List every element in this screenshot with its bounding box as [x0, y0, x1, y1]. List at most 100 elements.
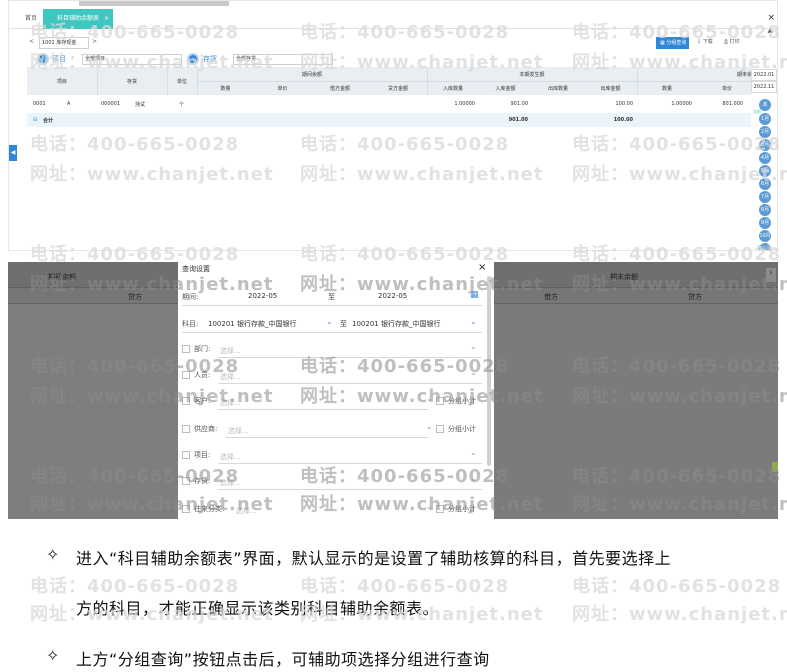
- dimmed-left: [8, 304, 178, 519]
- tab-label: 科目辅助余额表: [57, 15, 100, 22]
- total-label: 合计: [43, 118, 54, 124]
- divider: [218, 409, 428, 410]
- auxiliary-balance-screenshot: 首页 科目辅助余额表 × × ▲ < 1001 库存现金 > ▦ 分组查询 ⇩ …: [8, 0, 778, 251]
- cell-out-amount: 100.00: [615, 101, 634, 107]
- watermark-site: 网址：www.chanjet.net: [572, 604, 787, 625]
- print-button[interactable]: ⎙ 打印: [724, 38, 740, 45]
- supplier-checkbox[interactable]: [182, 425, 190, 433]
- customer-subtotal-checkbox[interactable]: [436, 397, 444, 405]
- inventory-select[interactable]: 全部存货 ⌄: [233, 54, 333, 65]
- supplier-label: 供应商:: [194, 425, 218, 433]
- chevron-down-icon[interactable]: ⌄: [426, 422, 433, 431]
- table-header: 项目 存货 单位 期间余额 本期发生额 期末余额 数量 单价 借方金额 贷方金额…: [27, 67, 761, 95]
- project-placeholder[interactable]: 选择...: [220, 452, 241, 462]
- group-query-button[interactable]: ▦ 分组查询: [656, 37, 689, 49]
- tab-home[interactable]: 首页: [25, 13, 37, 22]
- dimmed-closing-label: 期末余额: [610, 273, 638, 281]
- table-row[interactable]: 0001 A 000001 测试 个 1.00000 901.00 100.00…: [27, 97, 761, 111]
- month-10[interactable]: 10月: [759, 230, 771, 242]
- chevron-down-icon[interactable]: ⌄: [326, 317, 333, 326]
- month-1[interactable]: 1月: [759, 113, 771, 125]
- department-checkbox[interactable]: [182, 345, 190, 353]
- chevron-down-icon[interactable]: ⌄: [470, 368, 477, 377]
- side-collapse-tab[interactable]: ◀: [9, 145, 17, 161]
- subject-select[interactable]: 1001 库存现金: [39, 37, 89, 49]
- chevron-down-icon[interactable]: ⌄: [426, 502, 433, 511]
- subject-label: 科目:: [182, 320, 199, 328]
- close-icon[interactable]: ×: [478, 262, 486, 273]
- customer-checkbox[interactable]: [182, 397, 190, 405]
- prev-icon[interactable]: <: [29, 38, 34, 45]
- supplier-subtotal-checkbox[interactable]: [436, 425, 444, 433]
- header-in-qty: 入库数量: [442, 86, 463, 92]
- dialog-scrollbar[interactable]: [487, 276, 491, 466]
- tab-auxiliary-balance[interactable]: 科目辅助余额表 ×: [43, 9, 113, 29]
- chevron-down-icon[interactable]: ⌄: [470, 448, 477, 457]
- inventory-placeholder[interactable]: 选择...: [220, 478, 241, 488]
- contact-category-checkbox[interactable]: [182, 505, 190, 513]
- subject-to[interactable]: 100201 银行存款_中国银行: [352, 319, 440, 329]
- period-to[interactable]: 2022-05: [378, 292, 407, 300]
- header-current: 本期发生额: [519, 72, 545, 78]
- header-project: 项目: [56, 79, 67, 85]
- month-5[interactable]: 5月: [759, 165, 771, 177]
- month-7[interactable]: 7月: [759, 191, 771, 203]
- cell-inventory-code: 000001: [101, 101, 121, 107]
- project-icon: [37, 53, 49, 65]
- department-placeholder[interactable]: 选择...: [220, 346, 241, 356]
- divider: [218, 383, 482, 384]
- month-3[interactable]: 3月: [759, 139, 771, 151]
- download-label: 下载: [702, 39, 713, 45]
- month-6[interactable]: 6月: [759, 178, 771, 190]
- header-closing: 期末余额: [736, 72, 757, 78]
- expand-icon[interactable]: ⊟: [33, 117, 37, 123]
- tab-close-icon[interactable]: ×: [104, 9, 109, 29]
- period-rail: 2022.01 2022.11 本 当前 1月 2月 3月 4月 5月 6月 7…: [751, 67, 777, 250]
- customer-placeholder[interactable]: 选择...: [220, 398, 241, 408]
- query-settings-dialog: 查询设置 × 期间: 2022-05 至 2022-05 ▦ 科目: 10020…: [178, 262, 494, 519]
- calendar-icon[interactable]: ▦: [470, 290, 479, 300]
- month-2[interactable]: 2月: [759, 126, 771, 138]
- customer-label: 客户:: [194, 397, 211, 405]
- download-button[interactable]: ⇩ 下载: [697, 38, 713, 45]
- chevron-down-icon[interactable]: ⌄: [470, 474, 477, 483]
- close-icon[interactable]: ×: [767, 13, 775, 23]
- period-from[interactable]: 2022-05: [248, 292, 277, 300]
- scroll-up-icon[interactable]: ▲: [768, 26, 773, 34]
- contact-category-placeholder[interactable]: 选择...: [236, 506, 257, 516]
- divider: [218, 357, 482, 358]
- header-out-amount: 出库金额: [600, 86, 621, 92]
- inventory-checkbox[interactable]: [182, 477, 190, 485]
- dimmed-debit: 借方: [544, 293, 558, 301]
- period-start[interactable]: 2022.01: [751, 69, 777, 81]
- divider: [218, 489, 482, 490]
- month-12-label: 12月: [757, 245, 769, 251]
- person-checkbox[interactable]: [182, 371, 190, 379]
- month-4[interactable]: 4月: [759, 152, 771, 164]
- next-icon[interactable]: >: [92, 38, 97, 45]
- project-checkbox[interactable]: [182, 451, 190, 459]
- cell-in-qty: 1.00000: [454, 101, 475, 107]
- contact-subtotal-checkbox[interactable]: [436, 505, 444, 513]
- dimmed-opening-label: 期初余额: [48, 273, 76, 281]
- supplier-placeholder[interactable]: 选择...: [228, 426, 249, 436]
- toolbar: < 1001 库存现金 > ▦ 分组查询 ⇩ 下载 ⎙ 打印: [9, 37, 777, 51]
- month-9[interactable]: 9月: [759, 217, 771, 229]
- period-end[interactable]: 2022.11: [751, 81, 777, 93]
- month-8[interactable]: 8月: [759, 204, 771, 216]
- header-qty: 数量: [220, 86, 231, 92]
- chevron-down-icon[interactable]: ⌄: [470, 317, 477, 326]
- subject-from[interactable]: 100201 银行存款_中国银行: [208, 319, 296, 329]
- divider: [182, 332, 482, 333]
- cell-in-amount: 901.00: [510, 101, 529, 107]
- header-in-amount: 入库金额: [495, 86, 516, 92]
- inventory-select-value: 全部存货: [236, 56, 257, 62]
- chevron-down-icon[interactable]: ⌄: [426, 394, 433, 403]
- filter-bar: 项目 全部项目 ⌄ 存货 全部存货 ⌄: [37, 52, 337, 66]
- person-placeholder[interactable]: 选择...: [220, 372, 241, 382]
- customer-subtotal-label: 分组小计: [448, 397, 476, 405]
- project-select[interactable]: 全部项目 ⌄: [82, 54, 182, 65]
- paragraph-line-1: 进入“科目辅助余额表”界面，默认显示的是设置了辅助核算的科目，首先要选择上: [76, 549, 672, 568]
- divider: [226, 437, 428, 438]
- chevron-down-icon[interactable]: ⌄: [470, 342, 477, 351]
